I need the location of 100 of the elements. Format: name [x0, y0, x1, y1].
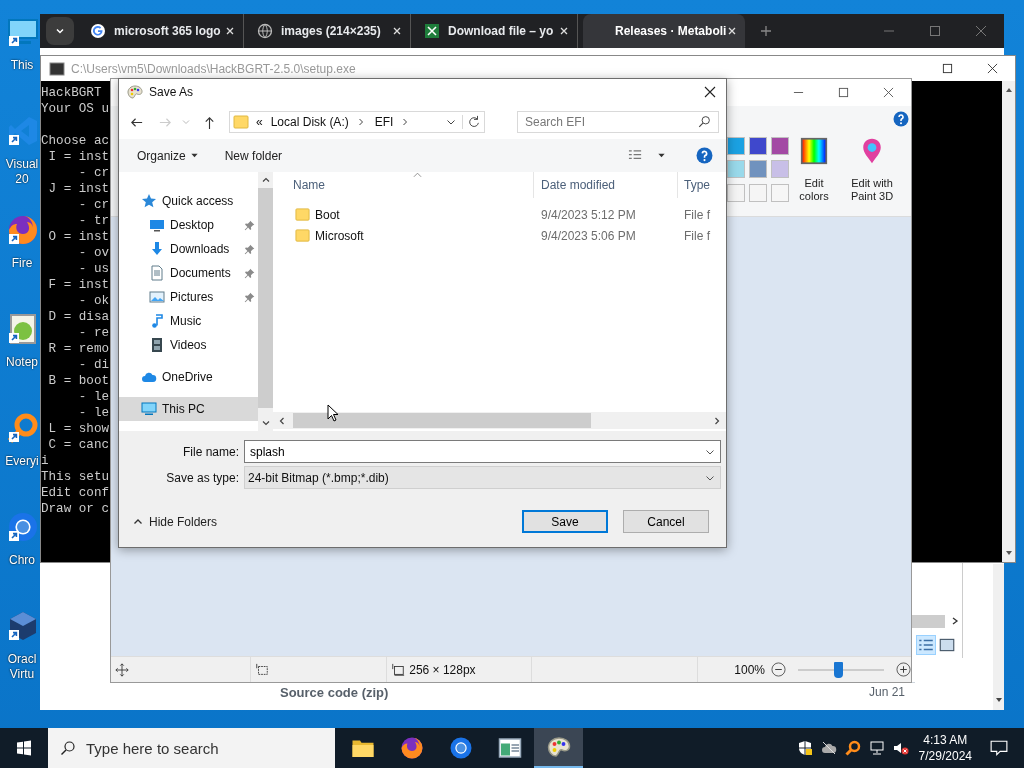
magnifier-app-icon[interactable]: [844, 740, 861, 756]
close-icon[interactable]: [704, 86, 716, 98]
tab-label: Download file – yo: [448, 24, 555, 38]
help-icon[interactable]: [696, 147, 713, 164]
nav-item[interactable]: This PC: [119, 397, 258, 421]
zoom-in-icon[interactable]: [896, 662, 911, 677]
scroll-left-icon[interactable]: [277, 415, 287, 426]
organize-button[interactable]: Organize: [131, 144, 205, 167]
zoom-out-icon[interactable]: [771, 662, 786, 677]
color-swatch[interactable]: [771, 160, 789, 179]
scroll-up-icon[interactable]: [1004, 86, 1013, 94]
notifications-icon[interactable]: [990, 739, 1008, 757]
browser-tab[interactable]: Download file – yo: [416, 14, 578, 48]
color-swatch[interactable]: [749, 183, 767, 202]
color-swatch[interactable]: [727, 160, 745, 179]
browser-tab[interactable]: microsoft 365 logo: [82, 14, 244, 48]
terminal-line: This setu: [41, 469, 110, 485]
details-view-icon[interactable]: [917, 636, 935, 654]
move-icon: [115, 662, 129, 677]
ribbon-app-icon[interactable]: [7, 115, 39, 147]
color-swatch[interactable]: [727, 137, 745, 155]
color-swatch[interactable]: [749, 137, 767, 155]
network-icon[interactable]: [868, 740, 885, 756]
scroll-down-icon[interactable]: [260, 418, 271, 428]
terminal-line: D = disa: [47, 309, 110, 325]
close-icon[interactable]: [987, 63, 998, 74]
nav-item[interactable]: Videos: [119, 333, 258, 357]
scrollbar[interactable]: [273, 412, 726, 429]
maximize-icon[interactable]: [942, 63, 953, 74]
terminal-line: - di: [77, 357, 110, 373]
large-icons-view-icon[interactable]: [938, 636, 956, 654]
chevron-right-icon[interactable]: [951, 617, 959, 625]
color-swatch[interactable]: [727, 183, 745, 202]
terminal-line: L = show: [47, 421, 110, 437]
breadcrumb[interactable]: EFI: [374, 115, 394, 129]
nav-item[interactable]: Documents: [119, 261, 258, 285]
fox-globe-icon[interactable]: [7, 214, 39, 246]
scroll-thumb[interactable]: [912, 614, 945, 628]
clock-time: 4:13 AM: [923, 732, 968, 748]
hide-folders-button[interactable]: Hide Folders: [127, 513, 224, 530]
edit-with-paint-3d-button[interactable]: Edit with Paint 3D: [845, 137, 899, 203]
computer-icon[interactable]: [7, 16, 39, 48]
search-field[interactable]: Search EFI: [517, 111, 719, 133]
file-type-dropdown[interactable]: 24-bit Bitmap (*.bmp;*.dib): [244, 466, 721, 489]
address-bar[interactable]: « Local Disk (A:) EFI: [229, 111, 485, 133]
terminal-line: - le: [77, 389, 110, 405]
notepad-icon[interactable]: [7, 313, 39, 345]
caret-icon[interactable]: [657, 151, 666, 160]
search-icon: [698, 115, 711, 128]
path-overflow[interactable]: «: [256, 115, 263, 129]
cancel-button[interactable]: Cancel: [623, 510, 709, 533]
image-size-icon: [391, 662, 406, 677]
slider-thumb[interactable]: [834, 661, 844, 678]
help-icon[interactable]: [893, 111, 909, 127]
scroll-down-icon[interactable]: [994, 696, 1003, 704]
taskbar-app-button[interactable]: [534, 728, 583, 768]
scrollbar[interactable]: [1002, 81, 1015, 562]
clock[interactable]: 4:13 AM 7/29/2024: [918, 732, 972, 764]
scrollbar[interactable]: [258, 172, 273, 431]
file-row[interactable]: Microsoft 9/4/2023 5:06 PM File f: [273, 225, 726, 246]
asset-link[interactable]: Source code (zip): [280, 685, 389, 700]
file-row[interactable]: Boot 9/4/2023 5:12 PM File f: [273, 204, 726, 225]
column-header[interactable]: Type: [677, 172, 726, 198]
terminal-line: Edit conf: [41, 485, 110, 501]
maximize-icon[interactable]: [838, 87, 849, 98]
column-header[interactable]: Name: [273, 172, 533, 198]
refresh-icon[interactable]: [462, 115, 481, 129]
nav-item[interactable]: Pictures: [119, 285, 258, 309]
breadcrumb[interactable]: Local Disk (A:): [270, 115, 349, 129]
shield-icon[interactable]: [796, 740, 813, 756]
browser-tab[interactable]: Releases · Metaboli: [583, 14, 745, 48]
new-tab-icon[interactable]: [760, 25, 772, 37]
nav-item[interactable]: Music: [119, 309, 258, 333]
scroll-thumb[interactable]: [258, 188, 273, 408]
save-button[interactable]: Save: [522, 510, 608, 533]
caret-icon[interactable]: [446, 117, 456, 127]
nav-item[interactable]: Quick access: [119, 189, 258, 213]
color-swatch[interactable]: [771, 183, 789, 202]
file-name-field[interactable]: splash: [244, 440, 721, 463]
column-header[interactable]: Date modified: [533, 172, 677, 198]
new-folder-button[interactable]: New folder: [218, 144, 289, 167]
desktop-icon-label: Notep: [5, 355, 38, 370]
magnifier-app-icon[interactable]: [7, 412, 39, 444]
color-swatch[interactable]: [771, 137, 789, 155]
ring-app-icon[interactable]: [7, 511, 39, 543]
browser-tab[interactable]: images (214×235): [249, 14, 411, 48]
nav-item[interactable]: Downloads: [119, 237, 258, 261]
scroll-thumb[interactable]: [293, 413, 591, 428]
nav-item[interactable]: Desktop: [119, 213, 258, 237]
color-swatch[interactable]: [749, 160, 767, 179]
cube-icon[interactable]: [7, 610, 39, 642]
cloud-off-icon[interactable]: [820, 740, 837, 756]
scroll-right-icon[interactable]: [712, 415, 722, 426]
scrollbar[interactable]: [993, 564, 1004, 710]
scroll-down-icon[interactable]: [1004, 549, 1013, 557]
scroll-up-icon[interactable]: [260, 175, 271, 185]
taskbar-search-field[interactable]: Type here to search: [48, 728, 335, 768]
edit-colors-button[interactable]: Edit colors: [795, 137, 833, 203]
nav-item[interactable]: OneDrive: [119, 365, 258, 389]
volume-muted-icon[interactable]: [892, 740, 909, 756]
